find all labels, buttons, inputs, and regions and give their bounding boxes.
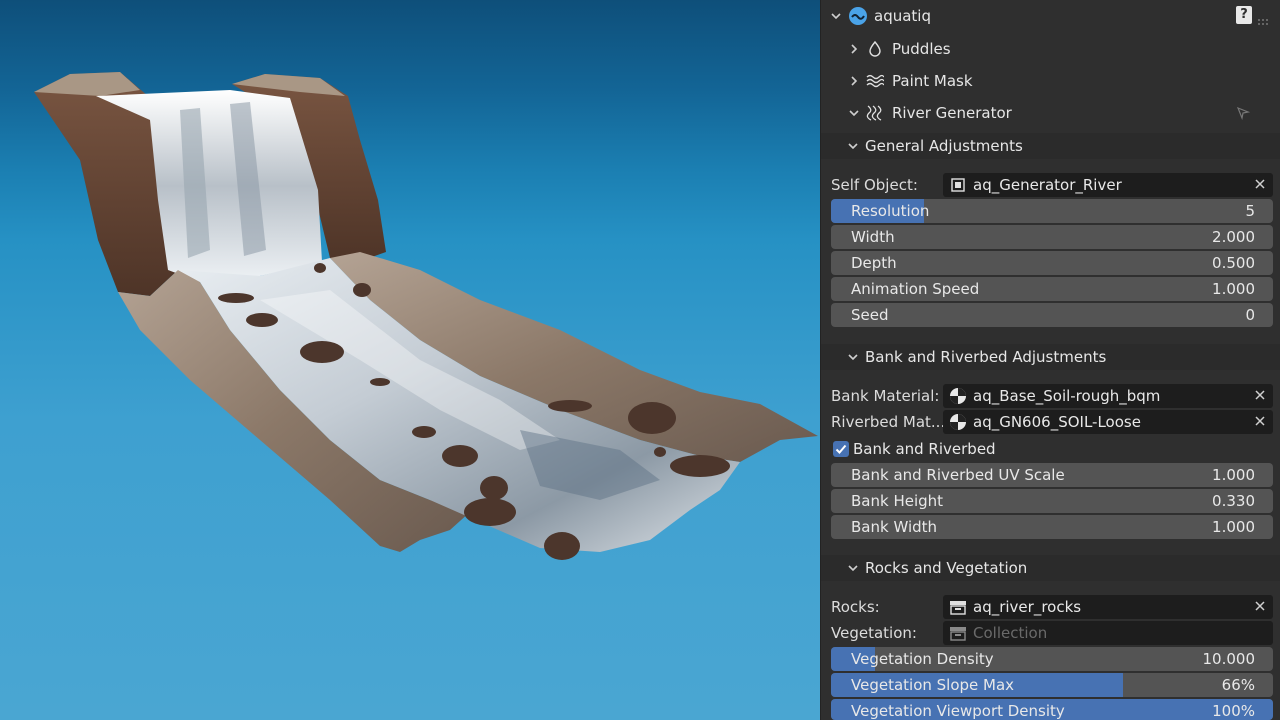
animation-speed-field[interactable]: Animation Speed 1.000: [831, 277, 1273, 301]
chevron-down-icon[interactable]: [847, 351, 859, 363]
close-icon[interactable]: [1253, 414, 1267, 428]
self-object-label: Self Object:: [831, 176, 918, 194]
cursor-arrow-icon[interactable]: [1236, 106, 1251, 121]
bank-riverbed-checkbox[interactable]: [833, 441, 849, 457]
properties-panel: aquatiq ? Puddles Paint Mask River Gener…: [820, 0, 1280, 720]
depth-field[interactable]: Depth 0.500: [831, 251, 1273, 275]
chevron-down-icon[interactable]: [847, 140, 859, 152]
slider-value: 1.000: [1212, 518, 1255, 536]
slider-value: 1.000: [1212, 466, 1255, 484]
section-rocks-vegetation[interactable]: Rocks and Vegetation: [821, 555, 1280, 581]
bank-material-value: aq_Base_Soil-rough_bqm: [973, 387, 1161, 405]
rocks-label: Rocks:: [831, 598, 880, 616]
3d-viewport[interactable]: [0, 0, 820, 720]
slider-label: Bank Height: [851, 492, 944, 510]
close-icon[interactable]: [1253, 177, 1267, 191]
river-scene: [34, 72, 818, 560]
river-generator-label: River Generator: [892, 104, 1012, 122]
slider-label: Resolution: [851, 202, 930, 220]
slider-value: 5: [1245, 202, 1255, 220]
section-title: Rocks and Vegetation: [865, 559, 1028, 577]
panel-item-river-generator[interactable]: River Generator: [821, 100, 1280, 126]
addon-title: aquatiq: [874, 7, 931, 25]
resolution-slider[interactable]: Resolution 5: [831, 199, 1273, 223]
uv-scale-field[interactable]: Bank and Riverbed UV Scale 1.000: [831, 463, 1273, 487]
panel-item-puddles[interactable]: Puddles: [821, 36, 1280, 62]
vegetation-density-slider[interactable]: Vegetation Density 10.000: [831, 647, 1273, 671]
riverbed-material-label: Riverbed Mat...: [831, 413, 946, 431]
width-field[interactable]: Width 2.000: [831, 225, 1273, 249]
section-title: Bank and Riverbed Adjustments: [865, 348, 1107, 366]
collection-icon: [949, 598, 967, 616]
vegetation-collection-field[interactable]: Collection: [943, 621, 1273, 645]
slider-value: 0: [1245, 306, 1255, 324]
bank-riverbed-checkbox-label[interactable]: Bank and Riverbed: [853, 440, 996, 458]
chevron-right-icon[interactable]: [848, 75, 860, 87]
bank-material-label: Bank Material:: [831, 387, 940, 405]
collection-icon: [949, 624, 967, 642]
checkmark-icon: [835, 444, 847, 454]
chevron-right-icon[interactable]: [848, 43, 860, 55]
section-title: General Adjustments: [865, 137, 1023, 155]
addon-header[interactable]: aquatiq ?: [821, 3, 1280, 29]
droplet-icon: [866, 40, 884, 58]
slider-value: 66%: [1221, 676, 1255, 694]
bank-height-field[interactable]: Bank Height 0.330: [831, 489, 1273, 513]
paint-mask-label: Paint Mask: [892, 72, 973, 90]
vegetation-placeholder: Collection: [973, 624, 1048, 642]
slider-label: Bank Width: [851, 518, 938, 536]
material-sphere-icon: [949, 413, 967, 431]
slider-value: 2.000: [1212, 228, 1255, 246]
material-sphere-icon: [949, 387, 967, 405]
bank-material-field[interactable]: aq_Base_Soil-rough_bqm: [943, 384, 1273, 408]
drag-handle-icon[interactable]: [1257, 12, 1269, 25]
aquatiq-logo-icon: [848, 6, 868, 26]
slider-value: 0.330: [1212, 492, 1255, 510]
close-icon[interactable]: [1253, 599, 1267, 613]
section-bank-riverbed[interactable]: Bank and Riverbed Adjustments: [821, 344, 1280, 370]
slider-label: Vegetation Density: [851, 650, 994, 668]
river-icon: [866, 104, 884, 122]
vegetation-slope-max-slider[interactable]: Vegetation Slope Max 66%: [831, 673, 1273, 697]
slider-label: Depth: [851, 254, 897, 272]
section-general-adjustments[interactable]: General Adjustments: [821, 133, 1280, 159]
self-object-field[interactable]: aq_Generator_River: [943, 173, 1273, 197]
slider-value: 100%: [1212, 702, 1255, 720]
slider-label: Width: [851, 228, 895, 246]
slider-value: 1.000: [1212, 280, 1255, 298]
rocks-value: aq_river_rocks: [973, 598, 1082, 616]
slider-value: 10.000: [1202, 650, 1256, 668]
self-object-value: aq_Generator_River: [973, 176, 1122, 194]
riverbed-material-field[interactable]: aq_GN606_SOIL-Loose: [943, 410, 1273, 434]
close-icon[interactable]: [1253, 388, 1267, 402]
slider-label: Seed: [851, 306, 889, 324]
help-icon[interactable]: ?: [1236, 6, 1252, 24]
panel-item-paint-mask[interactable]: Paint Mask: [821, 68, 1280, 94]
slider-label: Animation Speed: [851, 280, 980, 298]
slider-label: Vegetation Slope Max: [851, 676, 1015, 694]
chevron-down-icon[interactable]: [847, 562, 859, 574]
bank-width-field[interactable]: Bank Width 1.000: [831, 515, 1273, 539]
chevron-down-icon[interactable]: [830, 10, 842, 22]
puddles-label: Puddles: [892, 40, 951, 58]
rocks-collection-field[interactable]: aq_river_rocks: [943, 595, 1273, 619]
waves-icon: [866, 72, 885, 90]
slider-label: Bank and Riverbed UV Scale: [851, 466, 1065, 484]
vegetation-viewport-density-slider[interactable]: Vegetation Viewport Density 100%: [831, 699, 1273, 720]
riverbed-material-value: aq_GN606_SOIL-Loose: [973, 413, 1141, 431]
slider-label: Vegetation Viewport Density: [851, 702, 1065, 720]
chevron-down-icon[interactable]: [848, 107, 860, 119]
seed-field[interactable]: Seed 0: [831, 303, 1273, 327]
vegetation-label: Vegetation:: [831, 624, 917, 642]
slider-value: 0.500: [1212, 254, 1255, 272]
object-icon: [949, 176, 967, 194]
